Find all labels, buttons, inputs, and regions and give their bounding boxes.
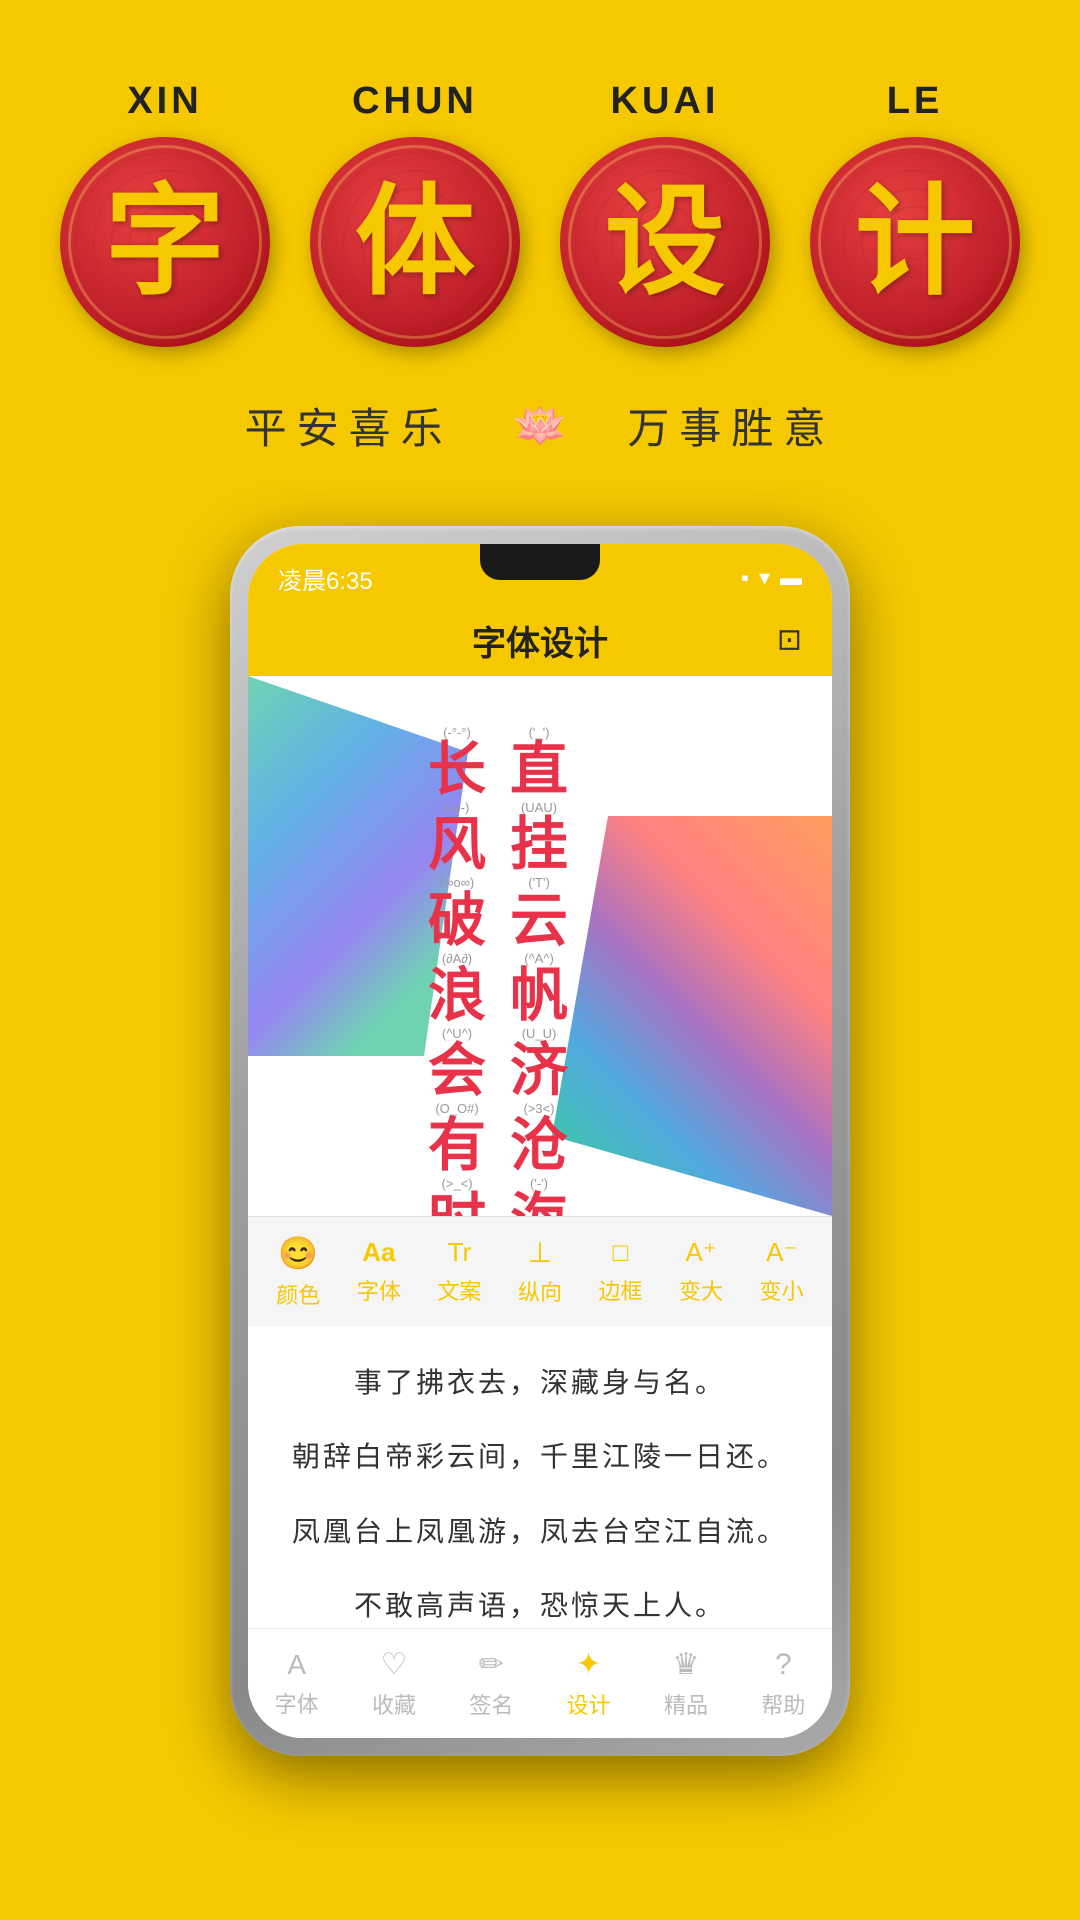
toolbar-border[interactable]: □ 边框 [599, 1237, 643, 1306]
nav-help-icon: ? [775, 1648, 792, 1682]
nav-premium[interactable]: ♛ 精品 [664, 1647, 708, 1720]
pinyin-item-le: LE 计 [805, 80, 1025, 347]
subtitle-right: 万事胜意 [627, 395, 835, 456]
color-icon: 😊 [278, 1234, 318, 1272]
chinese-char-kuai: 设 [605, 182, 725, 302]
nav-font[interactable]: A 字体 [275, 1649, 319, 1719]
app-header: 字体设计 ⊡ [248, 604, 832, 676]
char-0-1: 长 [428, 740, 486, 801]
pinyin-item-kuai: KUAI 设 [555, 80, 775, 347]
char-1-1: 风 [428, 815, 486, 876]
pinyin-row: XIN 字 CHUN 体 KUAI 设 LE 计 [40, 80, 1040, 347]
lotus-icon: 🪷 [513, 400, 568, 452]
char-5-2: 沧 [510, 1116, 568, 1177]
chinese-circle-le: 计 [810, 137, 1020, 347]
app-title: 字体设计 [472, 616, 608, 665]
phone-notch [480, 544, 600, 580]
color-label: 颜色 [276, 1278, 320, 1310]
pinyin-label-chun: CHUN [352, 80, 478, 123]
toolbar-vertical[interactable]: ⊥ 纵向 [518, 1236, 562, 1307]
char-0-2: 直 [510, 740, 568, 801]
toolbar-smaller[interactable]: A⁻ 变小 [760, 1237, 804, 1306]
char-2-2: 云 [510, 891, 568, 952]
pinyin-label-kuai: KUAI [611, 80, 720, 123]
chinese-char-le: 计 [855, 182, 975, 302]
signal-icon: ▪ [741, 565, 749, 591]
vertical-label: 纵向 [518, 1275, 562, 1307]
nav-favorites[interactable]: ♡ 收藏 [372, 1647, 416, 1720]
phone-section: 凌晨6:35 ▪ ▾ ▬ 字体设计 ⊡ [0, 496, 1080, 1756]
poetry-text: (-°-°) 长 (-o-) 风 (∞o∞) 破 (∂A∂) 浪 (^U^) 会 [428, 726, 568, 1216]
font-label: 字体 [357, 1274, 401, 1306]
chinese-char-chun: 体 [355, 182, 475, 302]
toolbar-font[interactable]: Aa 字体 [357, 1237, 401, 1306]
battery-icon: ▬ [780, 565, 802, 591]
nav-design-icon: ✦ [576, 1647, 601, 1682]
nav-design[interactable]: ✦ 设计 [567, 1647, 611, 1720]
edit-icon[interactable]: ⊡ [777, 623, 802, 658]
list-item-2: 凤凰台上凤凰游，凤去台空江自流。 [288, 1495, 792, 1569]
char-1-2: 挂 [510, 815, 568, 876]
pinyin-label-le: LE [887, 80, 944, 123]
nav-favorites-label: 收藏 [372, 1688, 416, 1720]
nav-signature-label: 签名 [469, 1688, 513, 1720]
text-icon: Tr [448, 1237, 472, 1268]
phone-inner: 凌晨6:35 ▪ ▾ ▬ 字体设计 ⊡ [248, 544, 832, 1738]
nav-font-label: 字体 [275, 1687, 319, 1719]
char-3-2: 帆 [510, 966, 568, 1027]
text-label: 文案 [437, 1274, 481, 1306]
chinese-char-xin: 字 [105, 182, 225, 302]
app-content: (-°-°) 长 (-o-) 风 (∞o∞) 破 (∂A∂) 浪 (^U^) 会 [248, 676, 832, 1216]
nav-design-label: 设计 [567, 1688, 611, 1720]
list-item-1: 朝辞白帝彩云间，千里江陵一日还。 [288, 1420, 792, 1494]
pinyin-label-xin: XIN [127, 80, 202, 123]
nav-premium-icon: ♛ [673, 1647, 700, 1682]
bigger-icon: A⁺ [686, 1237, 717, 1268]
bottom-nav: A 字体 ♡ 收藏 ✏ 签名 ✦ 设计 ♛ 精品 [248, 1628, 832, 1738]
char-6-2: 海 [510, 1191, 568, 1216]
nav-favorites-icon: ♡ [381, 1647, 408, 1682]
char-3-1: 浪 [428, 966, 486, 1027]
subtitle-row: 平安喜乐 🪷 万事胜意 [40, 395, 1040, 456]
char-6-1: 时 [428, 1191, 486, 1216]
toolbar-bigger[interactable]: A⁺ 变大 [679, 1237, 723, 1306]
border-icon: □ [613, 1237, 629, 1268]
char-4-1: 会 [428, 1041, 486, 1102]
content-image-area: (-°-°) 长 (-o-) 风 (∞o∞) 破 (∂A∂) 浪 (^U^) 会 [248, 676, 832, 1216]
border-label: 边框 [599, 1274, 643, 1306]
chinese-circle-chun: 体 [310, 137, 520, 347]
phone-outer: 凌晨6:35 ▪ ▾ ▬ 字体设计 ⊡ [230, 526, 850, 1756]
subtitle-left: 平安喜乐 [245, 395, 453, 456]
wifi-icon: ▾ [759, 565, 770, 591]
nav-help-label: 帮助 [761, 1688, 805, 1720]
nav-font-icon: A [287, 1649, 306, 1681]
char-5-1: 有 [428, 1116, 486, 1177]
chinese-circle-xin: 字 [60, 137, 270, 347]
swirl-right-decoration [552, 816, 832, 1216]
status-icons: ▪ ▾ ▬ [741, 565, 802, 591]
chinese-circle-kuai: 设 [560, 137, 770, 347]
toolbar-color[interactable]: 😊 颜色 [276, 1234, 320, 1310]
pinyin-item-chun: CHUN 体 [305, 80, 525, 347]
smaller-label: 变小 [760, 1274, 804, 1306]
status-time: 凌晨6:35 [278, 561, 373, 596]
bigger-label: 变大 [679, 1274, 723, 1306]
toolbar-text[interactable]: Tr 文案 [437, 1237, 481, 1306]
char-4-2: 济 [510, 1041, 568, 1102]
nav-premium-label: 精品 [664, 1688, 708, 1720]
vertical-icon: ⊥ [528, 1236, 552, 1269]
nav-help[interactable]: ? 帮助 [761, 1648, 805, 1720]
nav-signature-icon: ✏ [479, 1647, 504, 1682]
smaller-icon: A⁻ [766, 1237, 797, 1268]
pinyin-item-xin: XIN 字 [55, 80, 275, 347]
nav-signature[interactable]: ✏ 签名 [469, 1647, 513, 1720]
app-toolbar: 😊 颜色 Aa 字体 Tr 文案 ⊥ 纵向 □ 边框 [248, 1216, 832, 1326]
top-section: XIN 字 CHUN 体 KUAI 设 LE 计 [0, 0, 1080, 496]
char-2-1: 破 [428, 891, 486, 952]
font-icon: Aa [362, 1237, 395, 1268]
list-item-0: 事了拂衣去，深藏身与名。 [288, 1346, 792, 1420]
